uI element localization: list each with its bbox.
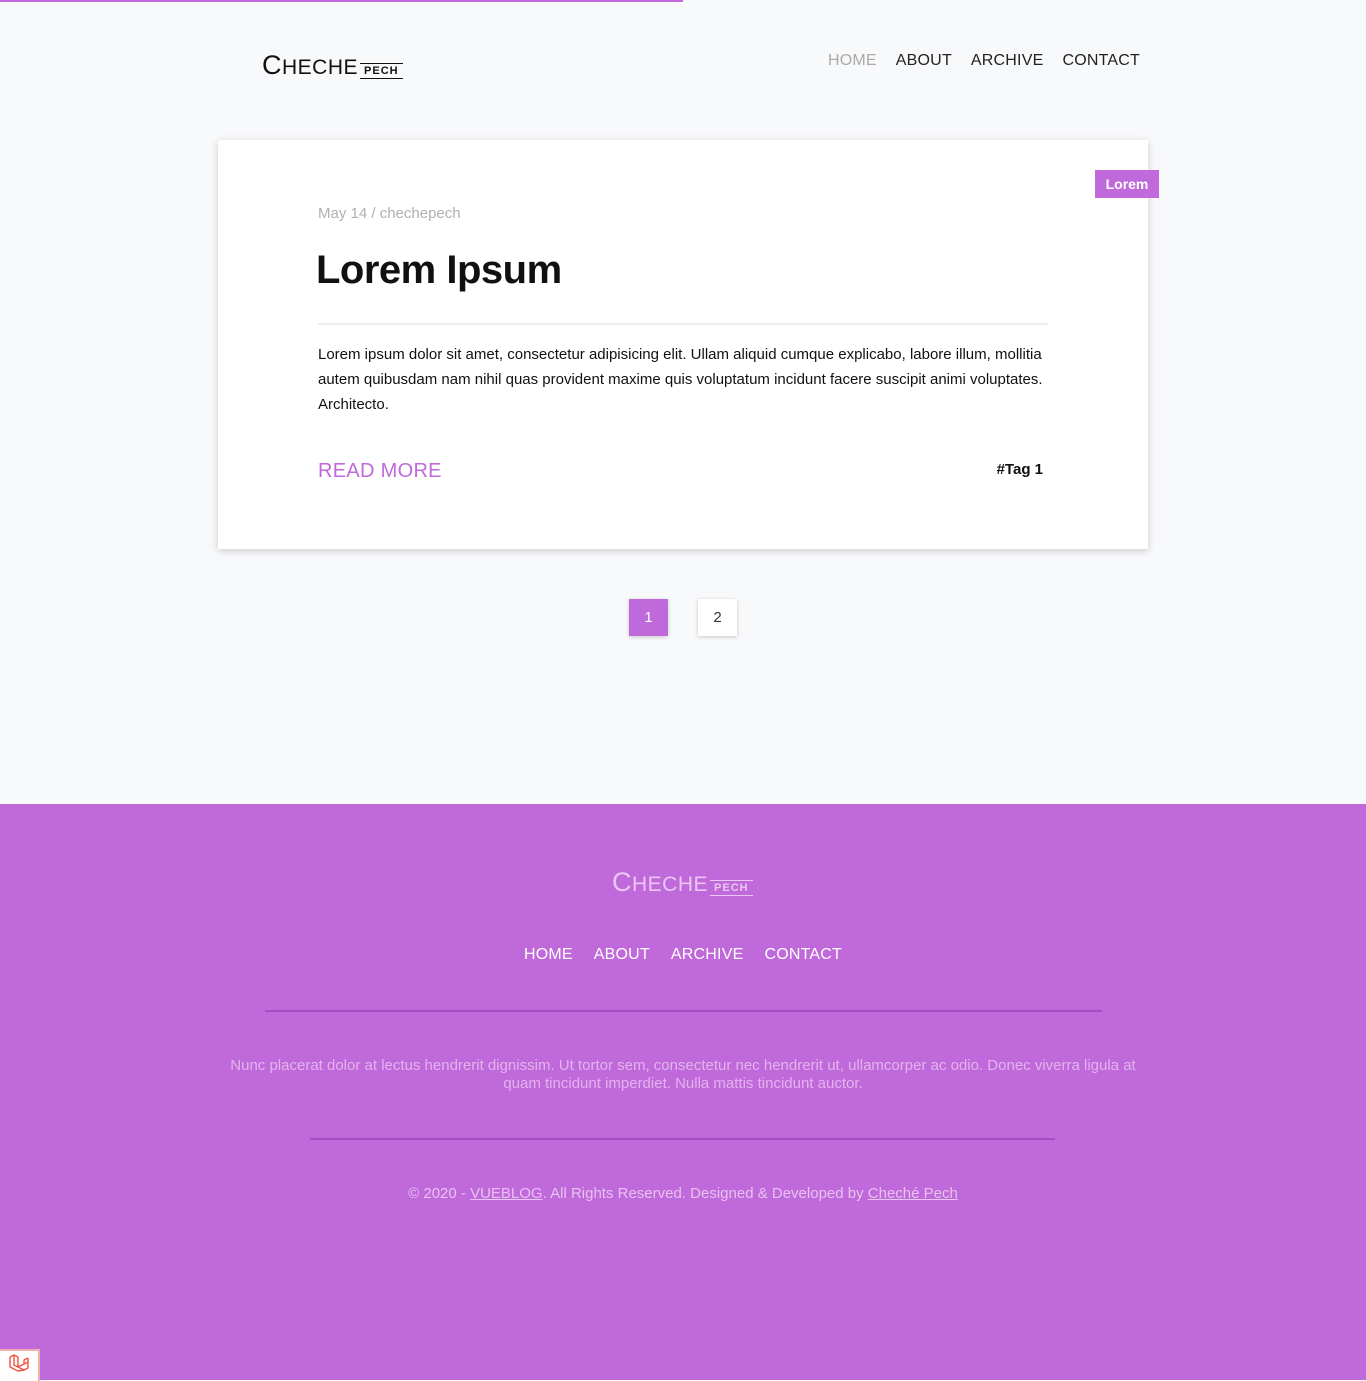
footer-logo-subtext: PECH — [710, 880, 753, 896]
reading-progress-bar — [0, 0, 683, 2]
footer-nav-home[interactable]: HOME — [524, 946, 573, 964]
nav-contact[interactable]: CONTACT — [1062, 52, 1140, 70]
page-button-2[interactable]: 2 — [698, 599, 737, 636]
footer-description: Nunc placerat dolor at lectus hendrerit … — [230, 1057, 1136, 1092]
footer: CHECHE PECH HOME ABOUT ARCHIVE CONTACT N… — [0, 804, 1366, 1380]
page-button-1[interactable]: 1 — [629, 599, 668, 636]
post-author[interactable]: chechepech — [380, 205, 461, 222]
footer-logo[interactable]: CHECHE PECH — [612, 868, 753, 899]
author-link[interactable]: Cheché Pech — [868, 1185, 958, 1202]
footer-nav-archive[interactable]: ARCHIVE — [671, 946, 744, 964]
post-date: May 14 — [318, 205, 368, 222]
vueblog-link[interactable]: VUEBLOG — [470, 1185, 543, 1202]
footer-nav-contact[interactable]: CONTACT — [764, 946, 842, 964]
main-nav: HOME ABOUT ARCHIVE CONTACT — [828, 52, 1140, 70]
read-more-link[interactable]: READ MORE — [318, 460, 442, 483]
logo-text: CHECHE — [262, 50, 359, 80]
post-excerpt: Lorem ipsum dolor sit amet, consectetur … — [318, 346, 1043, 413]
footer-divider-top — [265, 1010, 1102, 1012]
site-logo[interactable]: CHECHE PECH — [262, 50, 403, 82]
footer-logo-text: CHECHE — [612, 867, 709, 897]
nav-archive[interactable]: ARCHIVE — [971, 52, 1044, 70]
logo-subtext: PECH — [360, 63, 403, 79]
nav-about[interactable]: ABOUT — [896, 52, 952, 70]
category-badge[interactable]: Lorem — [1095, 170, 1159, 198]
debug-toolbar-toggle[interactable] — [0, 1349, 40, 1381]
post-meta: May 14 / chechepech — [318, 205, 461, 222]
post-card: May 14 / chechepech Lorem Ipsum Lorem ip… — [218, 140, 1148, 549]
pagination: 1 2 — [629, 599, 737, 636]
post-tag[interactable]: #Tag 1 — [997, 461, 1043, 478]
divider — [318, 323, 1048, 325]
copyright: © 2020 - VUEBLOG. All Rights Reserved. D… — [408, 1185, 958, 1202]
laravel-icon — [8, 1353, 30, 1379]
post-title[interactable]: Lorem Ipsum — [316, 248, 562, 293]
nav-home[interactable]: HOME — [828, 52, 877, 70]
footer-nav: HOME ABOUT ARCHIVE CONTACT — [0, 946, 1366, 964]
footer-divider-bottom — [310, 1138, 1055, 1140]
footer-nav-about[interactable]: ABOUT — [594, 946, 650, 964]
